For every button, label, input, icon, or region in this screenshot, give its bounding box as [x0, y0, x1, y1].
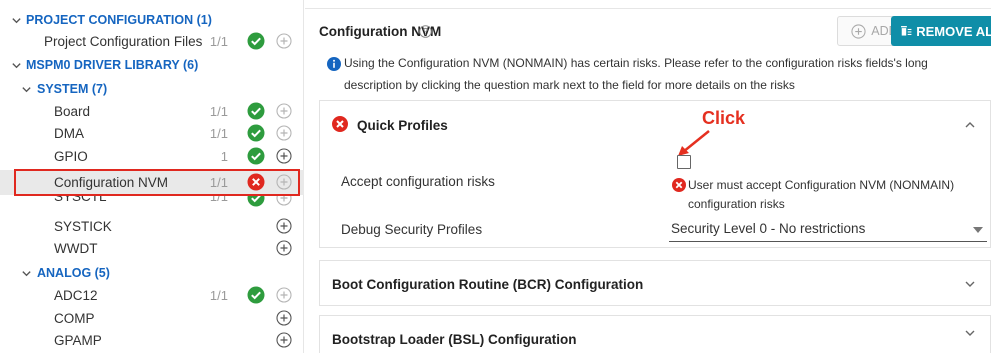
- category-label: PROJECT CONFIGURATION (1): [26, 13, 212, 27]
- check-circle-icon: [247, 32, 265, 50]
- accept-risks-label: Accept configuration risks: [341, 174, 495, 189]
- tree-category-system[interactable]: SYSTEM (7): [0, 78, 304, 100]
- check-circle-icon: [247, 194, 265, 207]
- tree-item-configuration-nvm[interactable]: Configuration NVM 1/1: [0, 170, 304, 195]
- tree-item-adc12[interactable]: ADC12 1/1: [0, 284, 304, 306]
- category-label: SYSTEM (7): [37, 82, 108, 96]
- chevron-down-icon[interactable]: [964, 327, 976, 339]
- info-message: Using the Configuration NVM (NONMAIN) ha…: [327, 52, 987, 96]
- plus-circle-icon[interactable]: [276, 240, 292, 256]
- plus-circle-icon[interactable]: [276, 125, 292, 141]
- error-circle-icon: [672, 178, 686, 192]
- item-count: 1/1: [209, 175, 228, 190]
- debug-security-value: Security Level 0 - No restrictions: [671, 221, 866, 236]
- plus-circle-icon[interactable]: [276, 174, 292, 190]
- tree-item-gpio[interactable]: GPIO 1: [0, 145, 304, 167]
- plus-circle-icon[interactable]: [276, 332, 292, 348]
- item-count: 1/1: [209, 287, 228, 303]
- panel-title: Quick Profiles: [357, 118, 448, 133]
- item-count: 1/1: [209, 103, 228, 119]
- remove-all-label: REMOVE ALL: [916, 23, 991, 39]
- panel-title: Bootstrap Loader (BSL) Configuration: [332, 332, 577, 347]
- tree-item-comp[interactable]: COMP: [0, 307, 304, 329]
- item-label: Board: [54, 103, 91, 119]
- tree-item-sysctl[interactable]: SYSCTL 1/1: [0, 194, 304, 210]
- chevron-down-icon[interactable]: [10, 59, 22, 71]
- tree-item-dma[interactable]: DMA 1/1: [0, 122, 304, 144]
- error-circle-icon: [247, 173, 265, 191]
- tree-item-systick[interactable]: SYSTICK: [0, 215, 304, 237]
- main-header: Configuration NVM ADD REMOVE ALL: [305, 8, 991, 48]
- accept-risks-checkbox[interactable]: [677, 155, 691, 169]
- item-label: COMP: [54, 310, 95, 326]
- item-label: ADC12: [54, 287, 98, 303]
- accept-risks-error: User must accept Configuration NVM (NONM…: [688, 178, 955, 211]
- chevron-down-icon[interactable]: [964, 278, 976, 290]
- plus-circle-icon[interactable]: [276, 194, 292, 206]
- debug-security-select[interactable]: Security Level 0 - No restrictions: [669, 218, 987, 242]
- panel-bsl-configuration[interactable]: Bootstrap Loader (BSL) Configuration: [319, 315, 991, 353]
- sidebar: PROJECT CONFIGURATION (1) Project Config…: [0, 0, 304, 353]
- panel-bcr-configuration[interactable]: Boot Configuration Routine (BCR) Configu…: [319, 260, 991, 306]
- tree-category-project-configuration[interactable]: PROJECT CONFIGURATION (1): [0, 9, 304, 31]
- plus-circle-icon: [851, 23, 866, 39]
- item-label: SYSTICK: [54, 218, 112, 234]
- chevron-up-icon[interactable]: [964, 119, 976, 131]
- error-circle-icon: [332, 116, 348, 132]
- tree-category-driver-library[interactable]: MSPM0 DRIVER LIBRARY (6): [0, 54, 304, 76]
- category-label: MSPM0 DRIVER LIBRARY (6): [26, 58, 199, 72]
- check-circle-icon: [247, 147, 265, 165]
- item-count: 1: [220, 148, 228, 164]
- check-circle-icon: [247, 102, 265, 120]
- panel-title: Boot Configuration Routine (BCR) Configu…: [332, 277, 644, 292]
- plus-circle-icon[interactable]: [276, 103, 292, 119]
- trash-icon: [901, 26, 912, 36]
- tree-item-gpamp[interactable]: GPAMP: [0, 329, 304, 351]
- plus-circle-icon[interactable]: [276, 148, 292, 164]
- tree-item-wwdt[interactable]: WWDT: [0, 237, 304, 259]
- item-count: 1/1: [209, 125, 228, 141]
- item-label: GPIO: [54, 148, 88, 164]
- item-count: 1/1: [209, 33, 228, 49]
- check-circle-icon: [247, 286, 265, 304]
- plus-circle-icon[interactable]: [276, 33, 292, 49]
- check-circle-icon: [247, 124, 265, 142]
- main-panel: Configuration NVM ADD REMOVE ALL Using t…: [305, 0, 991, 353]
- info-icon: [327, 56, 341, 71]
- chevron-down-icon[interactable]: [20, 83, 32, 95]
- debug-security-label: Debug Security Profiles: [341, 222, 483, 237]
- chevron-down-icon[interactable]: [20, 267, 32, 279]
- tree-item-project-configuration-files[interactable]: Project Configuration Files 1/1: [0, 30, 304, 52]
- item-label: GPAMP: [54, 332, 102, 348]
- item-label: Configuration NVM: [54, 175, 169, 190]
- item-label: DMA: [54, 125, 84, 141]
- help-icon[interactable]: [419, 25, 432, 38]
- plus-circle-icon[interactable]: [276, 218, 292, 234]
- tree-category-analog[interactable]: ANALOG (5): [0, 262, 304, 284]
- chevron-down-icon[interactable]: [10, 14, 22, 26]
- plus-circle-icon[interactable]: [276, 310, 292, 326]
- plus-circle-icon[interactable]: [276, 287, 292, 303]
- item-label: WWDT: [54, 240, 98, 256]
- item-label: SYSCTL: [54, 194, 107, 204]
- caret-down-icon: [973, 227, 983, 233]
- item-label: Project Configuration Files: [44, 33, 203, 49]
- click-annotation: Click: [702, 108, 746, 128]
- annotation-arrow-icon: [678, 130, 710, 156]
- category-label: ANALOG (5): [37, 266, 110, 280]
- panel-quick-profiles: Quick Profiles Click Accept configuratio…: [319, 100, 991, 248]
- tree-item-board[interactable]: Board 1/1: [0, 100, 304, 122]
- item-count: 1/1: [209, 194, 228, 204]
- info-text: Using the Configuration NVM (NONMAIN) ha…: [344, 56, 928, 92]
- remove-all-button[interactable]: REMOVE ALL: [891, 16, 991, 46]
